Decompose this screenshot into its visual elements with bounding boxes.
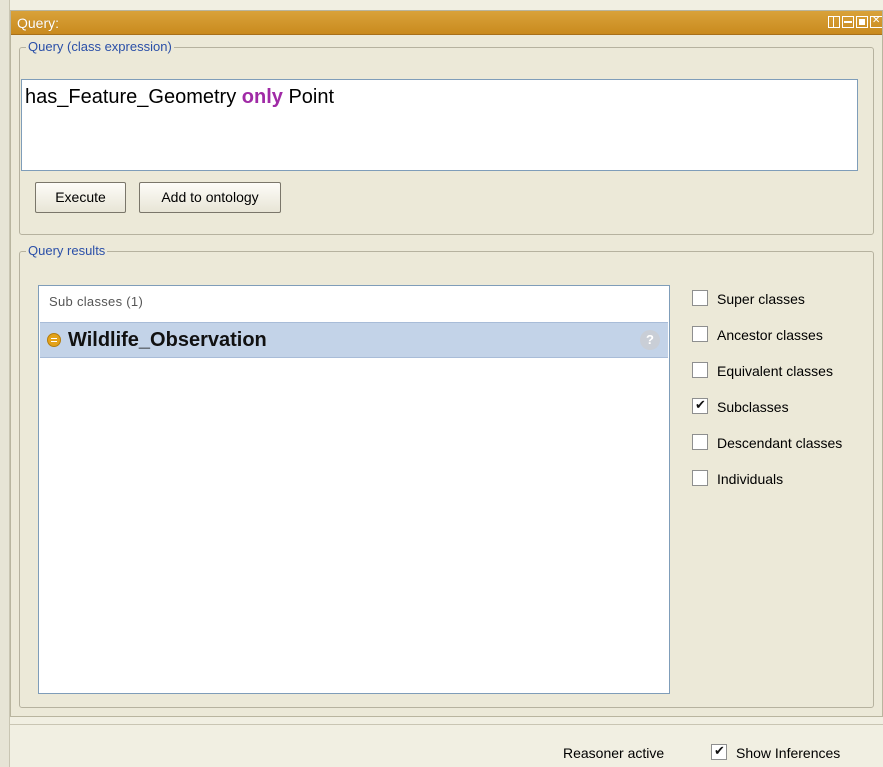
panel-titlebar: Query: <box>11 11 882 35</box>
checkbox-descendant-classes[interactable] <box>692 434 708 450</box>
maximize-icon[interactable] <box>856 16 868 28</box>
panel-title: Query: <box>17 15 60 31</box>
show-inferences-label: Show Inferences <box>736 745 841 761</box>
option-label: Individuals <box>717 471 784 487</box>
checkbox-individuals[interactable] <box>692 470 708 486</box>
query-results-legend: Query results <box>26 243 108 258</box>
checkbox-show-inferences[interactable] <box>711 743 727 760</box>
close-icon[interactable] <box>870 15 882 28</box>
status-bar: Reasoner active Show Inferences <box>0 742 883 764</box>
query-expression-legend: Query (class expression) <box>26 39 174 54</box>
class-icon <box>47 333 61 347</box>
option-label: Descendant classes <box>717 435 843 451</box>
checkbox-super-classes[interactable] <box>692 290 708 306</box>
class-expression-editor[interactable]: has_Feature_Geometry only Point <box>21 79 858 171</box>
option-label: Equivalent classes <box>717 363 833 379</box>
add-to-ontology-button[interactable]: Add to ontology <box>139 182 281 213</box>
expression-text: has_Feature_Geometry <box>25 86 242 108</box>
window-buttons <box>828 15 882 28</box>
option-label: Super classes <box>717 291 805 307</box>
split-icon[interactable] <box>828 16 840 28</box>
results-list[interactable]: Sub classes (1) Wildlife_Observation ? <box>38 285 670 694</box>
list-item[interactable]: Wildlife_Observation ? <box>40 322 668 358</box>
checkbox-equivalent-classes[interactable] <box>692 362 708 378</box>
expression-text-end: Point <box>282 86 335 108</box>
divider <box>10 724 883 725</box>
list-item-label: Wildlife_Observation <box>68 329 267 351</box>
left-dock-strip <box>0 0 10 767</box>
option-label: Subclasses <box>717 399 789 415</box>
reasoner-status: Reasoner active <box>563 745 665 761</box>
execute-button[interactable]: Execute <box>35 182 126 213</box>
option-label: Ancestor classes <box>717 327 823 343</box>
checkbox-ancestor-classes[interactable] <box>692 326 708 342</box>
minimize-icon[interactable] <box>842 16 854 28</box>
checkbox-subclasses[interactable] <box>692 397 708 414</box>
help-icon[interactable]: ? <box>640 330 660 350</box>
list-header: Sub classes (1) <box>49 294 144 309</box>
expression-keyword: only <box>241 86 283 108</box>
